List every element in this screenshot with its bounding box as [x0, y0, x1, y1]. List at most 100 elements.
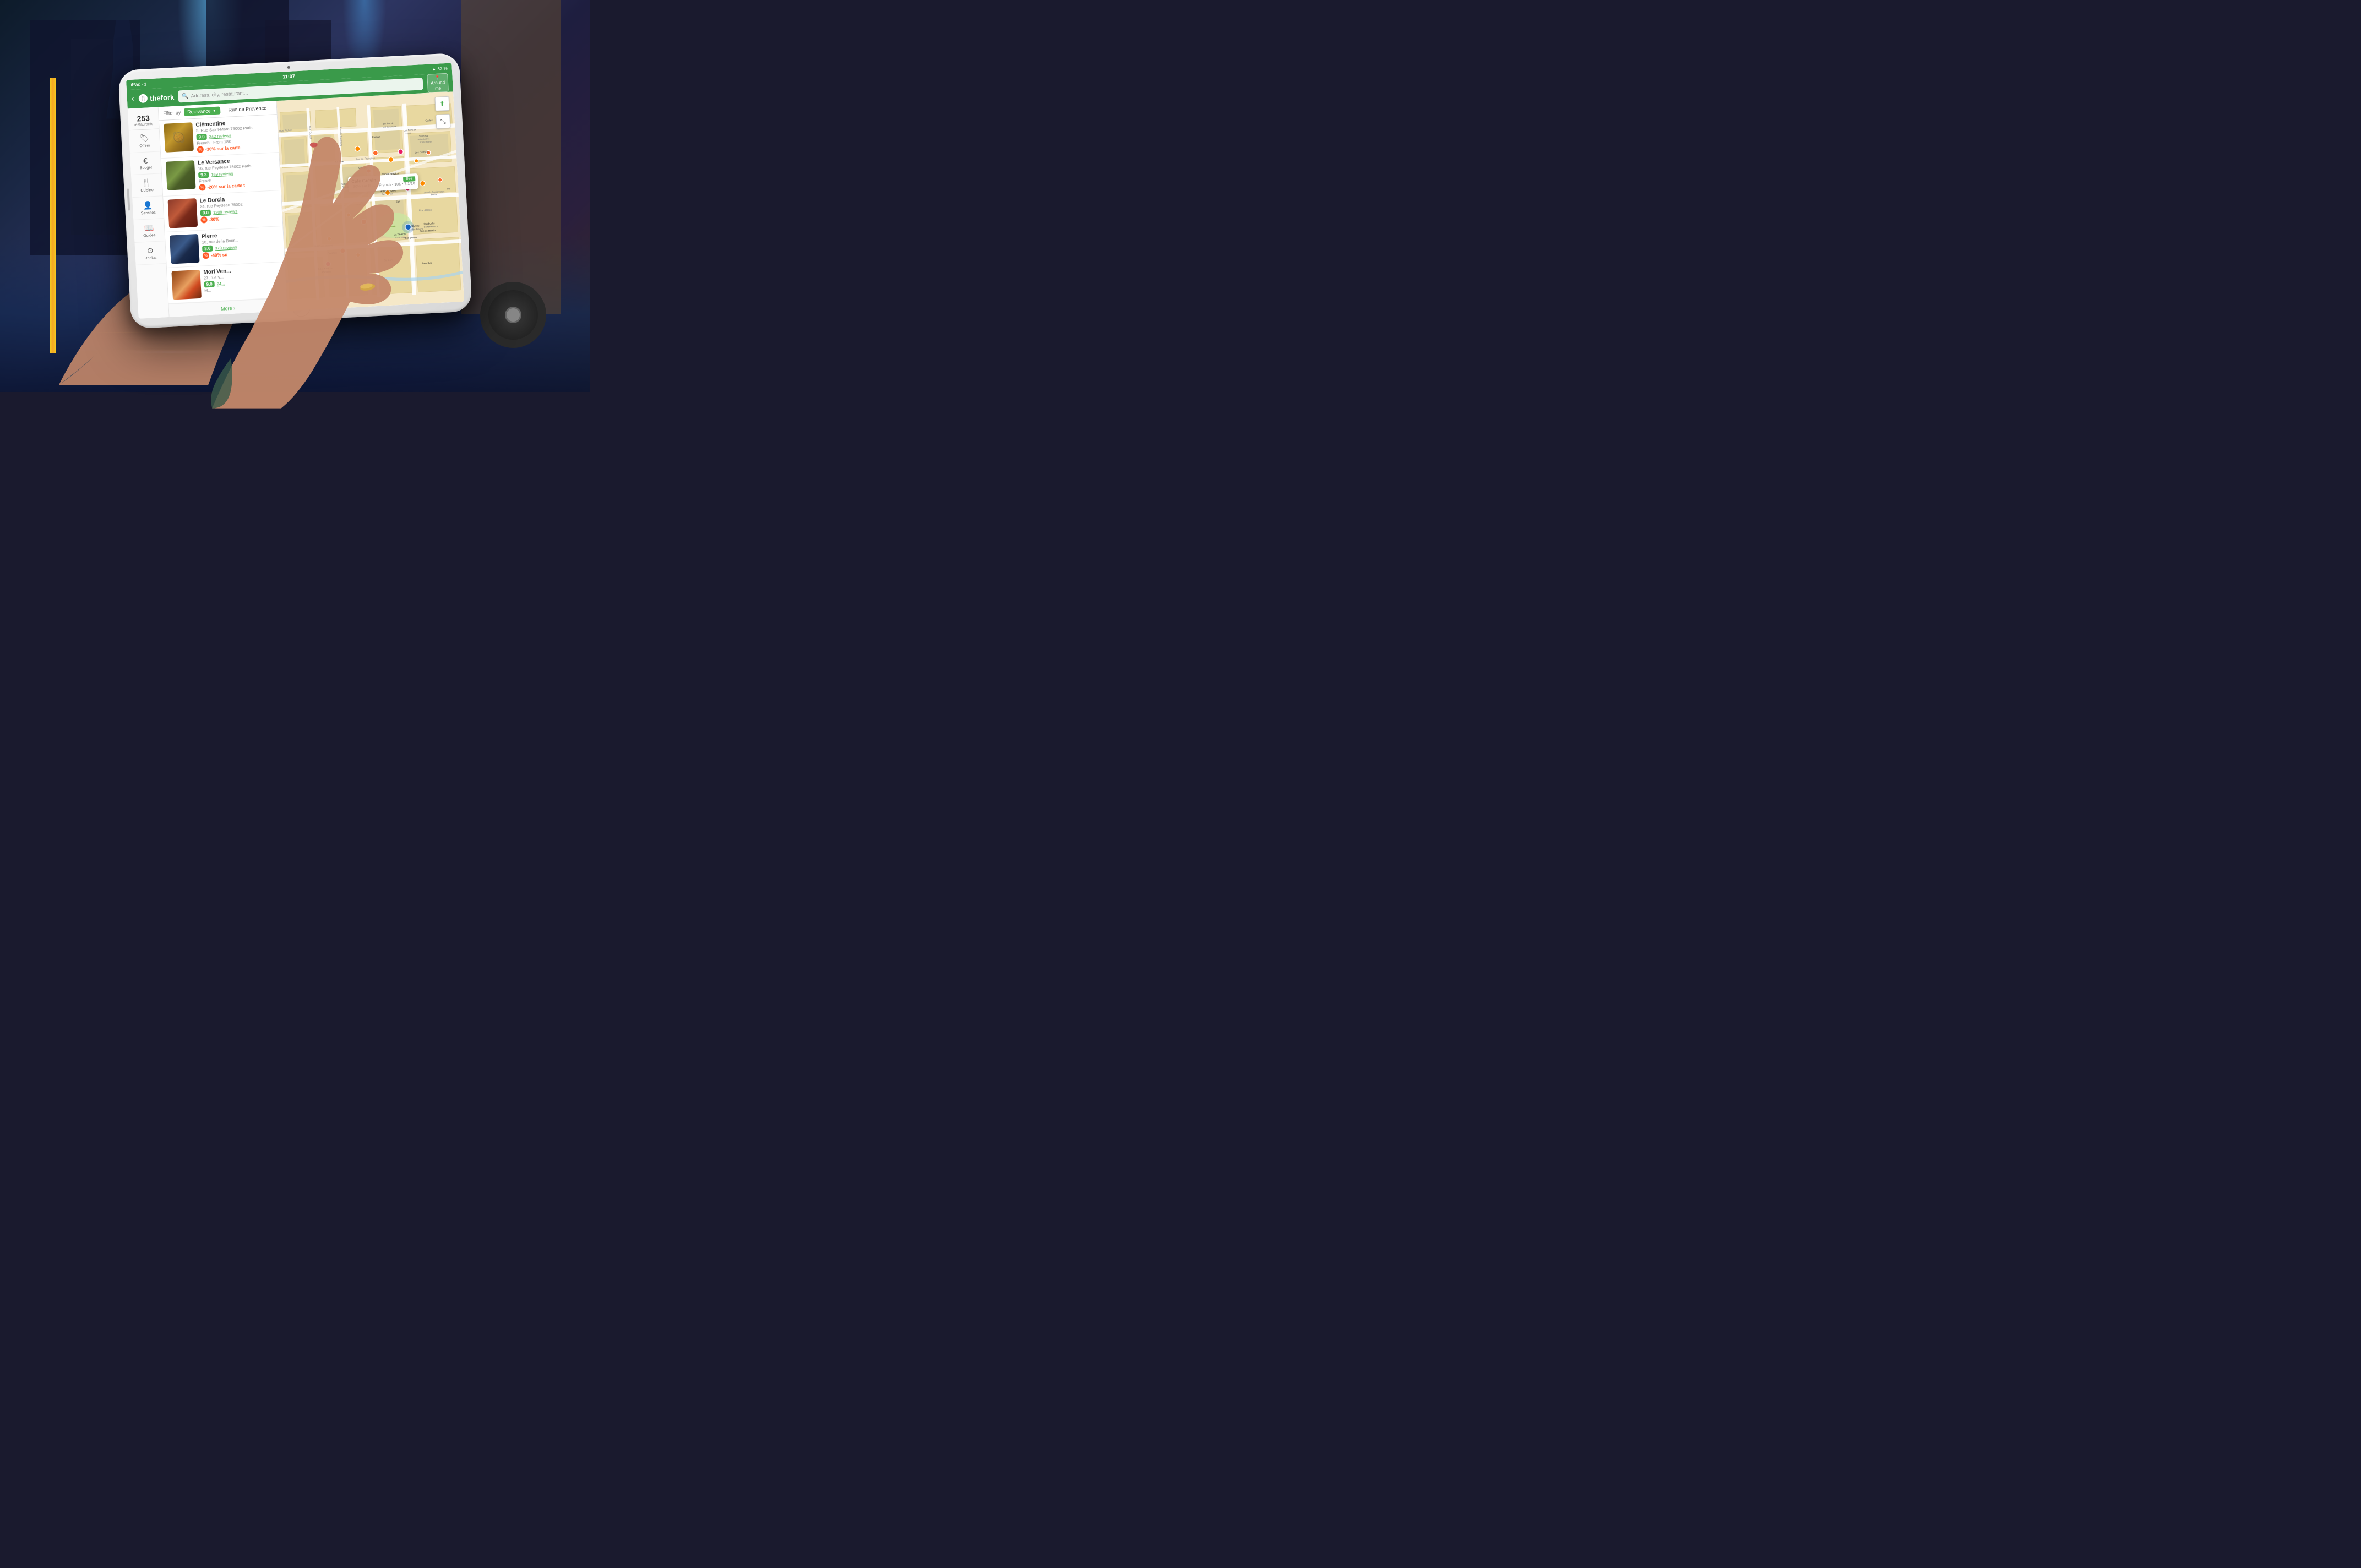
sidebar-item-cuisine[interactable]: 🍴 Cuisine [131, 173, 162, 198]
svg-text:Saemes: Saemes [328, 251, 338, 254]
street-label: Rue de Provence [224, 105, 272, 113]
restaurant-info-versace: Le Versance 16, rue Feydeau 75002 Paris … [198, 156, 276, 190]
dorcia-discount-icon: % [200, 216, 208, 224]
cuisine-label: Cuisine [140, 188, 154, 193]
clementine-photo: 🥘 [164, 122, 194, 153]
versace-discount-icon: % [199, 184, 206, 191]
clementine-discount-text: -30% sur la carte [205, 145, 241, 151]
svg-text:Parc: Parc [389, 225, 396, 229]
radius-icon: ⊙ [147, 246, 154, 255]
restaurant-item-dorcia[interactable]: Le Dorcia 24, rue Feydeau 75002 9.0 1209… [163, 190, 282, 232]
status-icons: ▲ 52 % [432, 66, 448, 71]
app-name: thefork [150, 92, 175, 102]
svg-text:Cades: Cades [425, 119, 433, 122]
offers-icon: 🏷 [139, 133, 150, 143]
scooter-wheel [480, 282, 546, 348]
filter-by-label: Filter by [163, 110, 181, 116]
versace-reviews: 169 reviews [211, 171, 233, 177]
restaurant-count-label: restaurants [130, 122, 156, 127]
pierre-discount-text: -40% su [211, 252, 228, 258]
svg-text:Saember: Saember [422, 262, 432, 265]
sidebar-item-radius[interactable]: ⊙ Radius [135, 241, 166, 265]
services-label: Services [141, 211, 156, 215]
svg-text:CineDoc: CineDoc [358, 166, 369, 170]
sidebar-item-offers[interactable]: 🏷 Offers [129, 129, 160, 153]
svg-text:Paname: Paname [322, 270, 332, 274]
pierre-reviews: 370 reviews [215, 244, 237, 251]
restaurant-item-versace[interactable]: Le Versance 16, rue Feydeau 75002 Paris … [161, 153, 281, 197]
dorcia-photo [168, 198, 198, 228]
guides-label: Guides [143, 233, 156, 238]
versace-photo [166, 160, 196, 190]
app-logo: 🍴 thefork [139, 92, 175, 103]
svg-text:l'Espoir: l'Espoir [405, 132, 412, 135]
dorcia-rating: 9.0 [200, 210, 211, 216]
discount-icon: % [197, 146, 204, 153]
pierre-rating: 8.6 [202, 246, 213, 252]
restaurant-image-pierre [170, 234, 200, 264]
tablet-side-button [127, 188, 130, 210]
restaurant-image-mori [171, 270, 202, 300]
restaurant-image-dorcia [168, 198, 198, 228]
restaurant-info-clementine: Clémentine 5, Rue Saint-Marc 75002 Paris… [195, 118, 274, 153]
app-content: 253 restaurants 🏷 Offers € Budget 🍴 C [128, 91, 464, 318]
ipad-camera [287, 66, 290, 69]
clementine-rating: 9.0 [196, 134, 207, 140]
mori-photo [171, 270, 202, 300]
svg-text:Mc: Mc [447, 187, 451, 190]
compass-icon: ⬆ [439, 100, 445, 108]
status-time: 11:07 [282, 73, 295, 79]
restaurant-info-mori: Mori Ven... 27, rue V... 9.0 24... M... [203, 265, 282, 298]
location-icon: 📍 [434, 75, 440, 80]
expand-button[interactable]: ⤡ [436, 114, 450, 129]
restaurant-item-mori[interactable]: Mori Ven... 27, rue V... 9.0 24... M... [167, 262, 286, 304]
tablet-device: iPad ◁ 11:07 ▲ 52 % ‹ 🍴 thefork 🔍 Addres… [118, 53, 472, 329]
versace-rating: 9.3 [198, 172, 209, 178]
expand-icon: ⤡ [440, 117, 446, 126]
tooltip-see-button[interactable]: See [403, 176, 416, 182]
scooter-hub [505, 307, 521, 323]
offers-label: Offers [139, 144, 150, 148]
sidebar-item-services[interactable]: 👤 Services [132, 196, 164, 220]
around-me-label-2: me [435, 85, 442, 91]
budget-label: Budget [140, 166, 153, 170]
dorcia-discount-text: -30% [209, 216, 219, 222]
yellow-pole [50, 78, 56, 352]
back-button[interactable]: ‹ [131, 94, 134, 104]
restaurant-count-area: 253 restaurants [128, 110, 159, 130]
tablet-frame: iPad ◁ 11:07 ▲ 52 % ‹ 🍴 thefork 🔍 Addres… [118, 53, 472, 329]
dorcia-reviews: 1209 reviews [213, 209, 238, 215]
dropdown-arrow-icon: ▼ [213, 108, 216, 112]
cuisine-icon: 🍴 [142, 178, 151, 188]
restaurant-panel: Filter by Relevance ▼ Rue de Provence [159, 101, 288, 317]
fork-icon: 🍴 [140, 95, 147, 102]
radius-label: Radius [144, 256, 156, 260]
pierre-discount-icon: % [203, 252, 210, 259]
guides-icon: 📖 [144, 223, 154, 233]
sidebar-item-budget[interactable]: € Budget [130, 151, 161, 175]
restaurant-info-dorcia: Le Dorcia 24, rue Feydeau 75002 9.0 1209… [199, 194, 278, 226]
svg-text:Bio Bon: Bio Bon [384, 259, 393, 262]
pierre-photo [170, 234, 200, 264]
restaurant-item-clementine[interactable]: 🥘 Clémentine 5, Rue Saint-Marc 75002 Par… [159, 115, 279, 159]
restaurant-item-pierre[interactable]: Pierre 10, rue de la Bour... 8.6 370 rev… [165, 226, 285, 268]
clementine-reviews: 342 reviews [209, 133, 231, 139]
map-area[interactable]: Parc Rue Richer Rue de Provence Grands B… [276, 91, 464, 311]
ipad-label: iPad ◁ [130, 81, 146, 88]
around-me-button[interactable]: 📍 Around me [427, 73, 449, 93]
svg-text:Le Terroir: Le Terroir [383, 122, 394, 125]
svg-text:La Tute: La Tute [335, 160, 344, 164]
svg-text:Burton: Burton [431, 193, 438, 196]
mori-rating: 9.0 [204, 281, 215, 287]
logo-icon: 🍴 [139, 94, 148, 103]
svg-text:Elgi: Elgi [396, 200, 400, 203]
sidebar-item-guides[interactable]: 📖 Guides [133, 219, 165, 243]
compass-button[interactable]: ⬆ [434, 96, 449, 111]
filter-dropdown[interactable]: Relevance ▼ [184, 106, 221, 116]
search-icon: 🔍 [182, 93, 189, 100]
filter-value: Relevance [187, 108, 211, 115]
svg-text:Furnaz: Furnaz [372, 135, 380, 139]
restaurant-list: 🥘 Clémentine 5, Rue Saint-Marc 75002 Par… [159, 115, 287, 317]
mori-reviews: 24... [217, 281, 225, 287]
restaurant-image-versace [166, 160, 196, 190]
